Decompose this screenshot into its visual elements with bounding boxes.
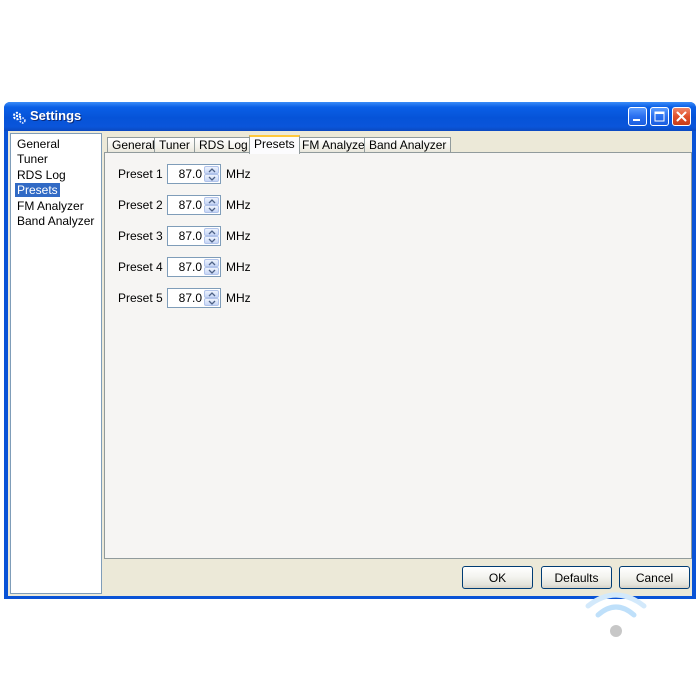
decrement-button[interactable] [204,236,219,244]
increment-button[interactable] [204,197,219,205]
increment-button[interactable] [204,166,219,174]
window-title: Settings [30,108,82,123]
chevron-up-icon [208,292,216,297]
tab-band-analyzer[interactable]: Band Analyzer [364,137,452,153]
defaults-button[interactable]: Defaults [541,566,612,589]
chevron-up-icon [208,261,216,266]
preset-4-value[interactable]: 87.0 [179,260,202,274]
unit-label: MHz [226,291,251,305]
settings-window: Settings General Tuner RDS Log Presets F… [4,102,696,599]
preset-5-stepper[interactable]: 87.0 [167,288,221,308]
increment-button[interactable] [204,290,219,298]
preset-label: Preset 3 [118,229,163,243]
decrement-button[interactable] [204,205,219,213]
ok-button[interactable]: OK [462,566,533,589]
decrement-button[interactable] [204,298,219,306]
window-client-area: General Tuner RDS Log Presets FM Analyze… [8,131,692,596]
spin-buttons [204,259,219,275]
cancel-button[interactable]: Cancel [619,566,690,589]
preset-label: Preset 1 [118,167,163,181]
preset-1-stepper[interactable]: 87.0 [167,164,221,184]
chevron-down-icon [208,300,216,305]
preset-4-stepper[interactable]: 87.0 [167,257,221,277]
chevron-down-icon [208,238,216,243]
preset-5-value[interactable]: 87.0 [179,291,202,305]
spin-buttons [204,228,219,244]
tab-fm-analyzer[interactable]: FM Analyzer [297,137,374,153]
spin-buttons [204,197,219,213]
sidebar-item-presets[interactable]: Presets [15,183,60,197]
maximize-icon [654,111,665,122]
tab-tuner[interactable]: Tuner [154,137,195,153]
preset-1-value[interactable]: 87.0 [179,167,202,181]
preset-2-stepper[interactable]: 87.0 [167,195,221,215]
tab-general[interactable]: General [107,137,160,153]
chevron-up-icon [208,168,216,173]
settings-gear-icon [11,109,27,125]
preset-2-value[interactable]: 87.0 [179,198,202,212]
sidebar-item-fm-analyzer[interactable]: FM Analyzer [15,199,86,213]
title-bar[interactable]: Settings [4,102,696,131]
unit-label: MHz [226,229,251,243]
sidebar-item-rds-log[interactable]: RDS Log [15,168,68,182]
preset-label: Preset 4 [118,260,163,274]
unit-label: MHz [226,198,251,212]
presets-tab-panel: Preset 1 87.0 MHz Preset 2 87.0 MHz Pres… [104,152,692,559]
decrement-button[interactable] [204,267,219,275]
wifi-icon [584,590,648,640]
decrement-button[interactable] [204,174,219,182]
increment-button[interactable] [204,259,219,267]
increment-button[interactable] [204,228,219,236]
close-button[interactable] [672,107,691,126]
maximize-button[interactable] [650,107,669,126]
tab-rds-log[interactable]: RDS Log [194,137,253,153]
unit-label: MHz [226,167,251,181]
settings-category-list[interactable]: General Tuner RDS Log Presets FM Analyze… [10,133,102,594]
chevron-down-icon [208,269,216,274]
chevron-up-icon [208,230,216,235]
spin-buttons [204,166,219,182]
chevron-up-icon [208,199,216,204]
preset-label: Preset 5 [118,291,163,305]
minimize-icon [633,119,640,121]
chevron-down-icon [208,176,216,181]
sidebar-item-general[interactable]: General [15,137,62,151]
tab-strip: General Tuner RDS Log Presets FM Analyze… [104,135,692,154]
preset-3-stepper[interactable]: 87.0 [167,226,221,246]
chevron-down-icon [208,207,216,212]
spin-buttons [204,290,219,306]
minimize-button[interactable] [628,107,647,126]
tab-presets[interactable]: Presets [249,135,300,154]
preset-label: Preset 2 [118,198,163,212]
preset-3-value[interactable]: 87.0 [179,229,202,243]
settings-content: General Tuner RDS Log Presets FM Analyze… [104,131,692,596]
close-icon [676,111,687,122]
unit-label: MHz [226,260,251,274]
sidebar-item-band-analyzer[interactable]: Band Analyzer [15,214,96,228]
sidebar-item-tuner[interactable]: Tuner [15,152,50,166]
